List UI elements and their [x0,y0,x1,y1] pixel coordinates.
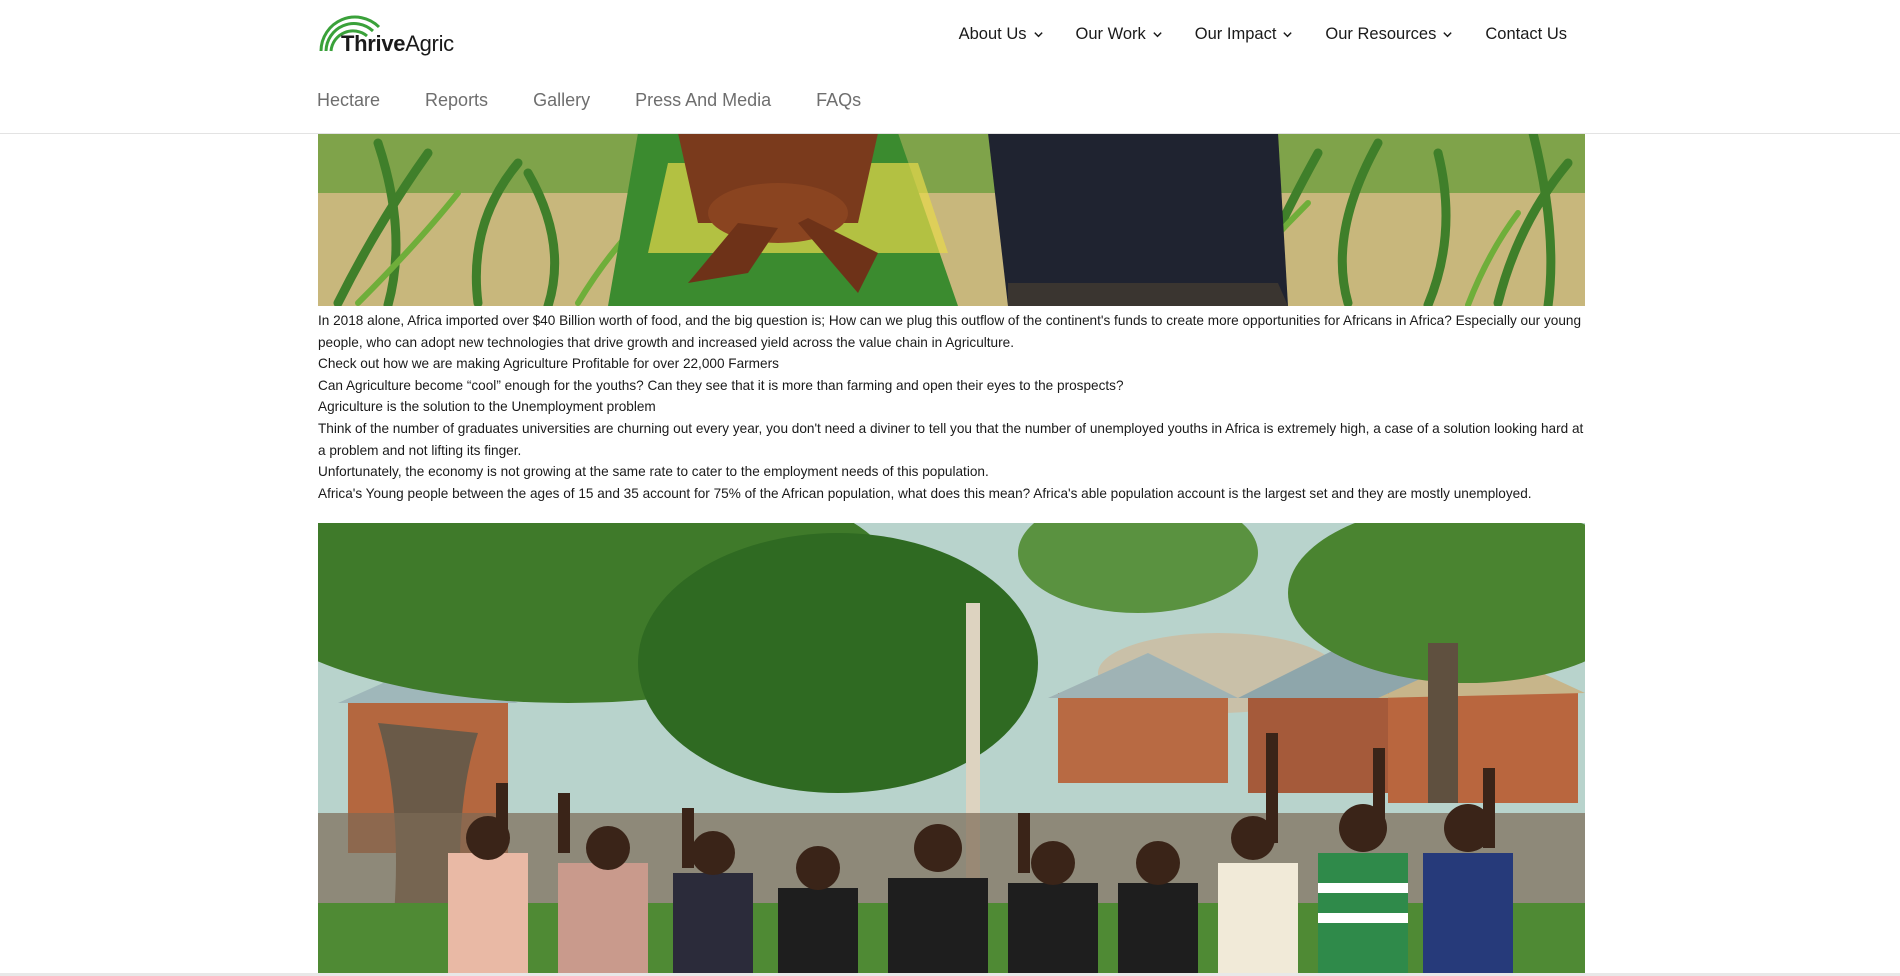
paragraph: Unfortunately, the economy is not growin… [318,464,989,480]
page: ThriveAgric About Us Our Work Our Impact… [0,0,1900,976]
paragraph: In 2018 alone, Africa imported over $40 … [318,313,1582,350]
nav-label: Contact Us [1485,24,1567,43]
sub-nav-hectare[interactable]: Hectare [317,90,380,111]
youth-group-celebrating-in-village-photo [318,523,1585,976]
paragraph: Can Agriculture become “cool” enough for… [318,377,1124,393]
photo-illustration [318,133,1585,306]
nav-label: Our Impact [1194,24,1277,43]
nav-label: About Us [958,24,1027,43]
chevron-down-icon [1153,31,1162,37]
nav-label: Our Work [1075,24,1146,43]
nav-about-us[interactable]: About Us [943,22,1060,46]
article-content: In 2018 alone, Africa imported over $40 … [318,133,1585,504]
paragraph: Agriculture is the solution to the Unemp… [318,399,656,415]
photo-illustration [318,523,1585,976]
thriveagric-logo[interactable]: ThriveAgric [317,9,454,56]
article-text: In 2018 alone, Africa imported over $40 … [318,306,1585,504]
paragraph: Check out how we are making Agriculture … [318,356,779,372]
chevron-down-icon [1283,31,1293,37]
farmers-in-maize-field-photo [318,133,1585,306]
nav-our-work[interactable]: Our Work [1060,22,1179,46]
site-header: ThriveAgric About Us Our Work Our Impact… [0,0,1900,134]
nav-our-resources[interactable]: Our Resources [1309,22,1469,46]
sub-nav: Hectare Reports Gallery Press And Media … [317,90,906,111]
nav-label: Our Resources [1325,24,1437,43]
nav-our-impact[interactable]: Our Impact [1179,22,1310,46]
nav-contact-us[interactable]: Contact Us [1469,22,1567,46]
sub-nav-reports[interactable]: Reports [425,90,488,111]
main-nav: About Us Our Work Our Impact Our Resourc… [943,22,1567,46]
paragraph: Think of the number of graduates univers… [318,420,1584,458]
logo-wordmark: ThriveAgric [341,31,454,56]
sub-nav-press-and-media[interactable]: Press And Media [635,90,771,111]
sub-nav-gallery[interactable]: Gallery [533,90,590,111]
sub-nav-faqs[interactable]: FAQs [816,90,861,111]
chevron-down-icon [1033,31,1043,37]
chevron-down-icon [1443,31,1453,37]
paragraph: Africa's Young people between the ages o… [318,485,1532,501]
